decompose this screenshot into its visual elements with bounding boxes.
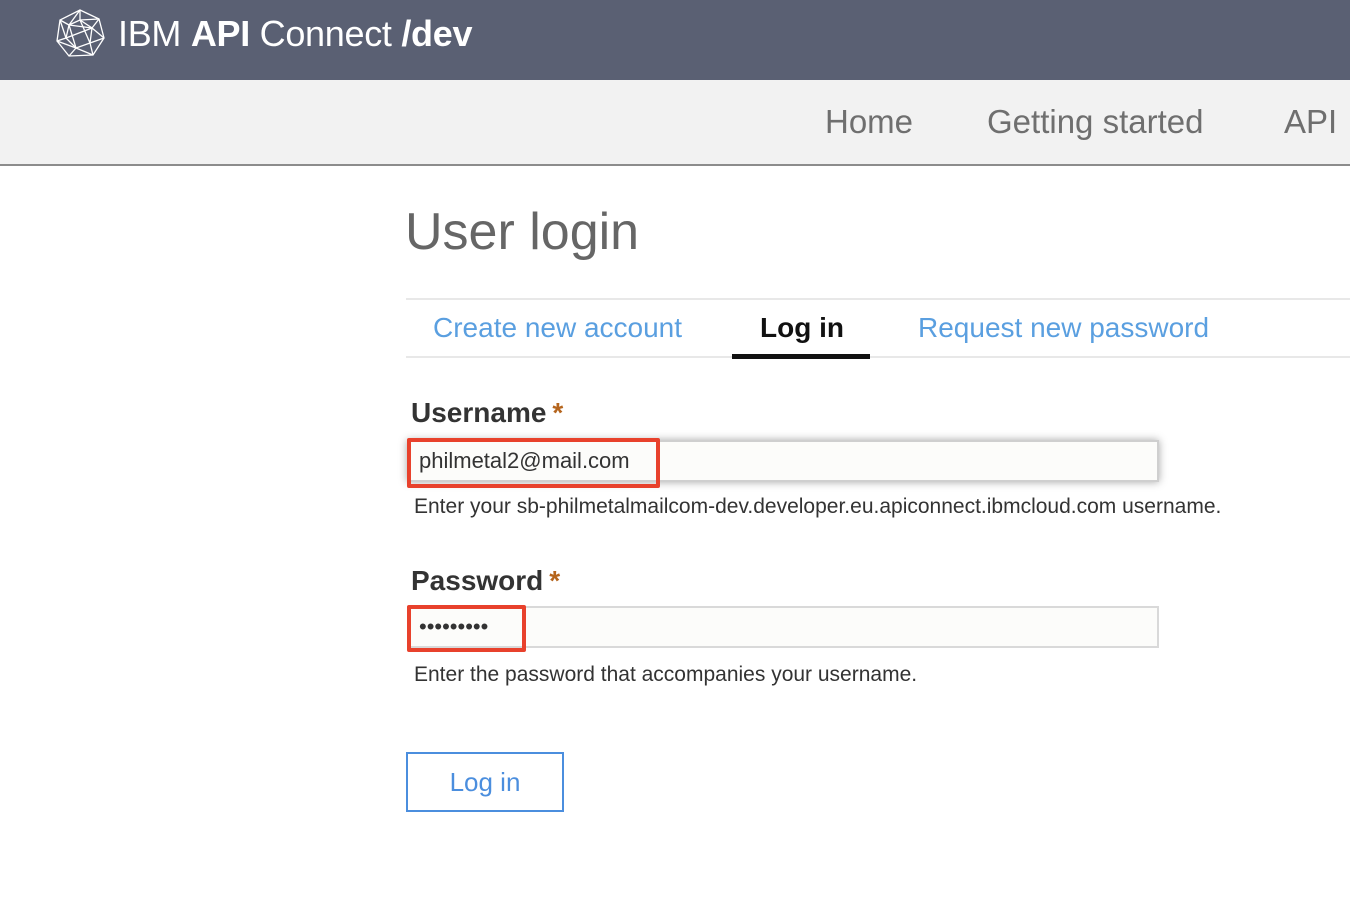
brand-title[interactable]: IBM API Connect /dev <box>118 12 472 56</box>
ibm-api-connect-logo-icon[interactable] <box>54 8 106 60</box>
username-label: Username * <box>411 396 563 430</box>
brand-bold: API <box>190 13 250 54</box>
tab-log-in[interactable]: Log in <box>760 310 844 346</box>
login-tabs: Create new account Log in Request new pa… <box>406 298 1350 359</box>
password-label-text: Password <box>411 565 544 596</box>
page-title: User login <box>405 203 640 261</box>
top-header-bar: IBM API Connect /dev <box>0 0 1350 80</box>
nav-item-api[interactable]: API <box>1284 102 1337 142</box>
username-help-text: Enter your sb-philmetalmailcom-dev.devel… <box>414 495 1222 518</box>
required-marker: * <box>552 397 564 428</box>
tab-request-new-password[interactable]: Request new password <box>918 310 1209 346</box>
brand-prefix: IBM <box>118 13 182 54</box>
nav-item-home[interactable]: Home <box>825 102 913 142</box>
main-nav: Home Getting started API <box>0 80 1350 166</box>
password-input[interactable] <box>409 608 1157 646</box>
nav-item-getting-started[interactable]: Getting started <box>987 102 1203 142</box>
brand-suffix: /dev <box>401 13 473 54</box>
password-field[interactable] <box>407 606 1159 648</box>
tab-create-new-account[interactable]: Create new account <box>433 310 682 346</box>
password-label: Password * <box>411 564 560 598</box>
username-label-text: Username <box>411 397 547 428</box>
log-in-button[interactable]: Log in <box>406 752 564 812</box>
password-help-text: Enter the password that accompanies your… <box>414 663 918 686</box>
username-field[interactable] <box>407 440 1159 482</box>
username-input[interactable] <box>409 442 1157 480</box>
required-marker: * <box>549 565 561 596</box>
active-tab-underline <box>732 354 870 359</box>
brand-middle: Connect <box>259 13 392 54</box>
